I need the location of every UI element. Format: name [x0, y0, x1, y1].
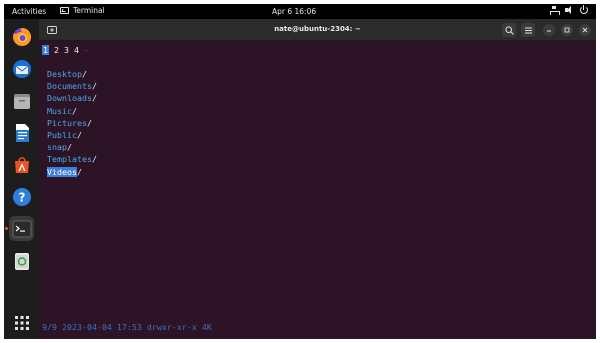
list-item-selected[interactable]: Videos/	[47, 166, 97, 178]
thunderbird-icon	[12, 59, 31, 78]
power-icon[interactable]	[580, 5, 588, 14]
terminal-content[interactable]: 1 2 3 4 – Desktop/ Documents/ Downloads/…	[39, 41, 596, 339]
dock-help[interactable]: ?	[9, 184, 34, 209]
svg-text:?: ?	[18, 190, 25, 204]
tab-3[interactable]: 3	[64, 45, 69, 55]
dock-firefox[interactable]	[9, 24, 34, 49]
dock-show-apps[interactable]	[9, 310, 34, 335]
desktop-screen: Activities Terminal Apr 6 16:06 ? nate@u…	[4, 4, 596, 339]
app-center-icon	[14, 156, 29, 173]
firefox-icon	[12, 27, 31, 46]
app-menu[interactable]: Terminal	[60, 6, 105, 15]
list-item[interactable]: Downloads/	[47, 92, 97, 104]
system-tray[interactable]	[550, 5, 588, 15]
terminal-window: nate@ubuntu-2304: ~ 1 2 3 4 – Desktop/ D…	[39, 19, 596, 339]
search-icon	[504, 25, 514, 35]
network-icon[interactable]	[550, 6, 560, 15]
close-button[interactable]	[579, 24, 591, 36]
files-icon	[13, 93, 30, 109]
minimize-icon	[547, 30, 551, 32]
terminal-icon	[12, 220, 31, 237]
activities-button[interactable]: Activities	[12, 7, 46, 16]
help-icon: ?	[12, 187, 31, 206]
file-manager-tabs: 1 2 3 4 –	[42, 44, 89, 56]
tab-1[interactable]: 1	[42, 45, 49, 55]
dock: ?	[4, 19, 39, 339]
list-item[interactable]: snap/	[47, 141, 97, 153]
dock-writer[interactable]	[9, 120, 34, 145]
clock[interactable]: Apr 6 16:06	[272, 7, 316, 16]
list-item[interactable]: Music/	[47, 105, 97, 117]
list-item[interactable]: Documents/	[47, 80, 97, 92]
close-icon	[582, 27, 588, 33]
dock-trash[interactable]	[9, 248, 34, 273]
minimize-button[interactable]	[543, 24, 555, 36]
window-titlebar[interactable]: nate@ubuntu-2304: ~	[39, 19, 596, 41]
tab-4[interactable]: 4	[74, 45, 79, 55]
trash-icon	[14, 252, 29, 270]
terminal-small-icon	[60, 7, 69, 14]
tab-2[interactable]: 2	[54, 45, 59, 55]
list-item[interactable]: Desktop/	[47, 68, 97, 80]
list-item[interactable]: Pictures/	[47, 117, 97, 129]
volume-icon[interactable]	[565, 6, 573, 14]
dock-thunderbird[interactable]	[9, 56, 34, 81]
status-line: 9/9 2023-04-04 17:53 drwxr-xr-x 4K	[42, 322, 212, 332]
dock-app-center[interactable]	[9, 152, 34, 177]
app-menu-label: Terminal	[73, 6, 105, 15]
search-button[interactable]	[502, 23, 516, 37]
menu-button[interactable]	[521, 23, 535, 37]
dock-terminal[interactable]	[9, 216, 34, 241]
running-indicator	[5, 227, 8, 230]
directory-listing: Desktop/ Documents/ Downloads/ Music/ Pi…	[47, 68, 97, 178]
top-bar: Activities Terminal Apr 6 16:06	[4, 4, 596, 19]
libreoffice-writer-icon	[15, 123, 29, 142]
list-item[interactable]: Templates/	[47, 153, 97, 165]
hamburger-icon	[524, 27, 532, 33]
maximize-icon	[564, 27, 570, 33]
show-apps-icon	[14, 315, 29, 330]
tab-separator: –	[84, 45, 89, 55]
list-item[interactable]: Public/	[47, 129, 97, 141]
dock-files[interactable]	[9, 88, 34, 113]
maximize-button[interactable]	[561, 24, 573, 36]
